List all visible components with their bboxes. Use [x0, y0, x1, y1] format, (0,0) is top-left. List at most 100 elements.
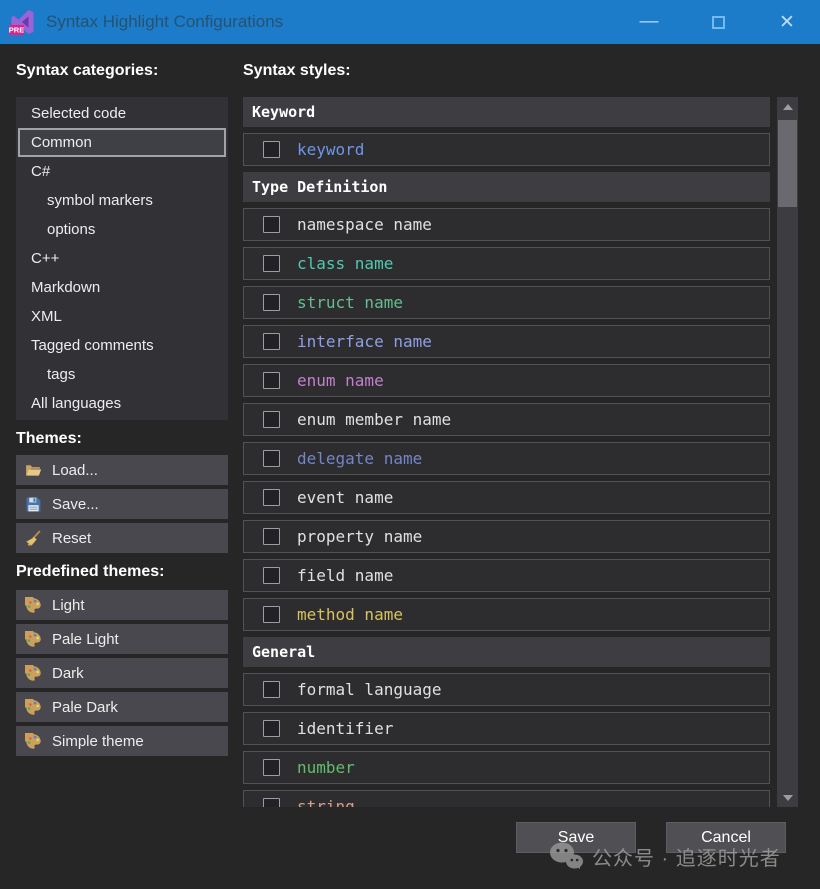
checkbox[interactable]	[263, 216, 280, 233]
title-bar: PRE Syntax Highlight Configurations — ✕	[0, 0, 820, 44]
checkbox[interactable]	[263, 798, 280, 807]
category-item-options[interactable]: options	[18, 215, 226, 244]
theme-pale-dark-label: Pale Dark	[52, 698, 118, 716]
style-label: identifier	[297, 719, 394, 738]
reset-theme-button[interactable]: Reset	[16, 523, 228, 553]
load-theme-label: Load...	[52, 461, 98, 479]
checkbox[interactable]	[263, 759, 280, 776]
category-item-cpp[interactable]: C++	[18, 244, 226, 273]
checkbox[interactable]	[263, 567, 280, 584]
maximize-button[interactable]	[695, 0, 741, 44]
checkbox[interactable]	[263, 333, 280, 350]
palette-icon	[19, 624, 42, 648]
scrollbar-thumb[interactable]	[778, 120, 797, 207]
category-item-all-languages[interactable]: All languages	[18, 389, 226, 418]
checkbox[interactable]	[263, 372, 280, 389]
syntax-categories-heading: Syntax categories:	[16, 62, 159, 79]
style-row-identifier[interactable]: identifier	[243, 712, 770, 745]
category-item-selected-code[interactable]: Selected code	[18, 99, 226, 128]
style-label: namespace name	[297, 215, 432, 234]
style-row-keyword[interactable]: keyword	[243, 133, 770, 166]
style-row-enum-name[interactable]: enum name	[243, 364, 770, 397]
checkbox[interactable]	[263, 141, 280, 158]
checkbox[interactable]	[263, 489, 280, 506]
category-item-csharp[interactable]: C#	[18, 157, 226, 186]
category-item-common[interactable]: Common	[18, 128, 226, 157]
theme-pale-light-button[interactable]: Pale Light	[16, 624, 228, 654]
window-title: Syntax Highlight Configurations	[46, 12, 284, 31]
palette-icon	[19, 692, 42, 716]
window-controls: — ✕	[603, 0, 820, 44]
syntax-categories-list: Selected code Common C# symbol markers o…	[16, 97, 228, 420]
theme-pale-dark-button[interactable]: Pale Dark	[16, 692, 228, 722]
folder-open-icon	[25, 462, 42, 479]
cancel-button[interactable]: Cancel	[666, 822, 786, 853]
style-row-number[interactable]: number	[243, 751, 770, 784]
theme-pale-light-label: Pale Light	[52, 630, 119, 648]
style-row-field-name[interactable]: field name	[243, 559, 770, 592]
syntax-categories-panel: Syntax categories: Selected code Common …	[16, 58, 228, 760]
style-row-namespace-name[interactable]: namespace name	[243, 208, 770, 241]
style-label: formal language	[297, 680, 442, 699]
category-item-tags[interactable]: tags	[18, 360, 226, 389]
checkbox[interactable]	[263, 606, 280, 623]
syntax-styles-heading: Syntax styles:	[243, 62, 351, 79]
style-row-struct-name[interactable]: struct name	[243, 286, 770, 319]
close-button[interactable]: ✕	[764, 0, 810, 44]
syntax-styles-panel: Syntax styles: Keyword keyword Type Defi…	[243, 58, 770, 807]
palette-icon	[19, 590, 42, 614]
style-label: enum member name	[297, 410, 452, 429]
category-item-xml[interactable]: XML	[18, 302, 226, 331]
scroll-down-button[interactable]	[777, 788, 798, 807]
checkbox[interactable]	[263, 411, 280, 428]
checkbox[interactable]	[263, 450, 280, 467]
save-button[interactable]: Save	[516, 822, 636, 853]
style-row-delegate-name[interactable]: delegate name	[243, 442, 770, 475]
theme-light-label: Light	[52, 596, 85, 614]
style-row-interface-name[interactable]: interface name	[243, 325, 770, 358]
checkbox[interactable]	[263, 294, 280, 311]
style-label: field name	[297, 566, 394, 585]
style-row-property-name[interactable]: property name	[243, 520, 770, 553]
category-item-symbol-markers[interactable]: symbol markers	[18, 186, 226, 215]
load-theme-button[interactable]: Load...	[16, 455, 228, 485]
theme-dark-label: Dark	[52, 664, 84, 682]
style-label: struct name	[297, 293, 403, 312]
style-label: keyword	[297, 140, 365, 159]
themes-heading: Themes:	[16, 430, 82, 447]
style-label: interface name	[297, 332, 432, 351]
arrow-up-icon	[782, 103, 793, 110]
checkbox[interactable]	[263, 528, 280, 545]
maximize-icon	[711, 15, 725, 29]
checkbox[interactable]	[263, 255, 280, 272]
style-row-method-name[interactable]: method name	[243, 598, 770, 631]
style-row-formal-language[interactable]: formal language	[243, 673, 770, 706]
theme-simple-button[interactable]: Simple theme	[16, 726, 228, 756]
style-row-class-name[interactable]: class name	[243, 247, 770, 280]
svg-text:PRE: PRE	[9, 26, 24, 35]
save-theme-button[interactable]: Save...	[16, 489, 228, 519]
section-header-keyword: Keyword	[243, 97, 770, 127]
reset-broom-icon	[25, 529, 42, 547]
section-header-general: General	[243, 637, 770, 667]
style-label: delegate name	[297, 449, 423, 468]
checkbox[interactable]	[263, 720, 280, 737]
category-item-markdown[interactable]: Markdown	[18, 273, 226, 302]
palette-icon	[19, 726, 42, 750]
checkbox[interactable]	[263, 681, 280, 698]
save-theme-label: Save...	[52, 495, 99, 513]
styles-scrollbar[interactable]	[777, 97, 798, 807]
style-label: enum name	[297, 371, 384, 390]
style-label: method name	[297, 605, 403, 624]
category-item-tagged-comments[interactable]: Tagged comments	[18, 331, 226, 360]
style-row-enum-member-name[interactable]: enum member name	[243, 403, 770, 436]
style-row-string[interactable]: string	[243, 790, 770, 807]
theme-dark-button[interactable]: Dark	[16, 658, 228, 688]
style-label: event name	[297, 488, 394, 507]
style-row-event-name[interactable]: event name	[243, 481, 770, 514]
theme-simple-label: Simple theme	[52, 732, 144, 750]
theme-light-button[interactable]: Light	[16, 590, 228, 620]
scroll-up-button[interactable]	[777, 97, 798, 116]
minimize-button[interactable]: —	[626, 0, 672, 44]
syntax-styles-list: Keyword keyword Type Definition namespac…	[243, 97, 770, 807]
